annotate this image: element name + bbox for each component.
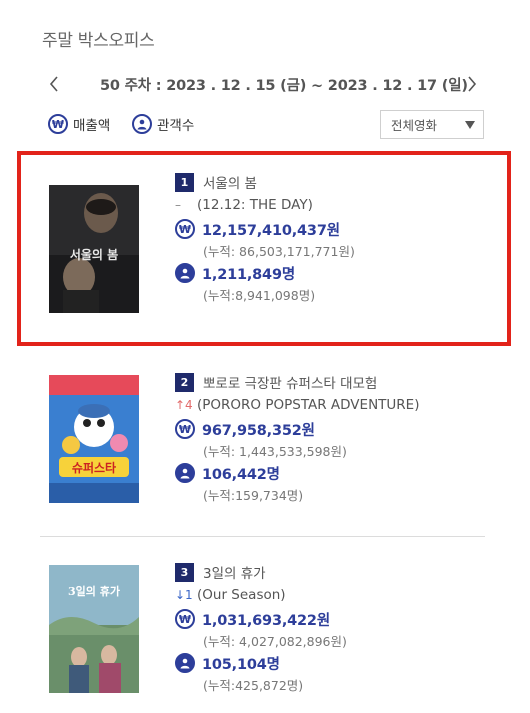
movie-title[interactable]: 서울의 봄 (203, 172, 257, 192)
movie-english-title: (12.12: THE DAY) (197, 197, 313, 213)
rank-badge: 3 (175, 562, 194, 582)
movie-type-select[interactable]: 전체영화 (380, 110, 484, 139)
rank-badge: 2 (175, 372, 194, 392)
movie-poster[interactable]: 3일의 휴가 (49, 565, 139, 693)
page-title: 주말 박스오피스 (42, 31, 155, 51)
person-icon (175, 653, 195, 673)
movie-english-title: (Our Season) (197, 587, 286, 603)
sales-filter-button[interactable]: ₩ 매출액 (48, 114, 110, 134)
won-icon: ₩ (175, 219, 195, 239)
movie-poster[interactable]: 서울의 봄 (49, 185, 139, 313)
won-icon: ₩ (175, 609, 195, 629)
sales-value: 12,157,410,437원 (202, 222, 340, 239)
rank-change: ↓1 (175, 588, 193, 602)
chevron-right-icon (468, 76, 477, 92)
movie-title[interactable]: 뽀로로 극장판 슈퍼스타 대모험 (203, 372, 377, 392)
next-week-button[interactable] (460, 70, 484, 98)
audience-cumulative: (누적:425,872명) (203, 678, 304, 693)
sales-cumulative: (누적: 1,443,533,598원) (203, 444, 347, 459)
prev-week-button[interactable] (42, 70, 66, 98)
sales-value: 967,958,352원 (202, 422, 315, 439)
rank-badge: 1 (175, 172, 194, 192)
filter-bar: ₩ 매출액 관객수 전체영화 (0, 110, 530, 140)
won-icon: ₩ (175, 419, 195, 439)
audience-value: 106,442명 (202, 466, 280, 483)
list-item-rank-2[interactable]: 슈퍼스타 2 뽀로로 극장판 슈퍼스타 대모험 ↑4 (PORORO POPST… (40, 360, 490, 520)
audience-filter-button[interactable]: 관객수 (132, 114, 194, 134)
won-icon: ₩ (48, 114, 68, 134)
sales-cumulative: (누적: 86,503,171,771원) (203, 244, 355, 259)
audience-cumulative: (누적:159,734명) (203, 488, 304, 503)
list-item-rank-3[interactable]: 3일의 휴가 3 3일의 휴가 ↓1 (Our Season) ₩ 1,031,… (40, 550, 490, 710)
week-navigator: 50 주차 : 2023 . 12 . 15 (금) ~ 2023 . 12 .… (0, 70, 530, 98)
audience-value: 105,104명 (202, 656, 280, 673)
divider (40, 536, 485, 537)
rank-change: – (175, 198, 181, 212)
movie-english-title: (PORORO POPSTAR ADVENTURE) (197, 397, 420, 413)
rank-change: ↑4 (175, 398, 193, 412)
audience-cumulative: (누적:8,941,098명) (203, 288, 316, 303)
caret-down-icon (465, 121, 475, 129)
person-icon (132, 114, 152, 134)
list-item-rank-1[interactable]: 서울의 봄 1 서울의 봄 – (12.12: THE DAY) ₩ 12,15… (40, 160, 490, 330)
person-icon (175, 463, 195, 483)
svg-text:3일의 휴가: 3일의 휴가 (68, 584, 120, 598)
movie-poster[interactable]: 슈퍼스타 (49, 375, 139, 503)
person-icon (175, 263, 195, 283)
week-range-label: 50 주차 : 2023 . 12 . 15 (금) ~ 2023 . 12 .… (100, 78, 468, 94)
sales-filter-label: 매출액 (73, 118, 111, 134)
sales-value: 1,031,693,422원 (202, 612, 330, 629)
chevron-left-icon (49, 76, 58, 92)
audience-value: 1,211,849명 (202, 266, 295, 283)
svg-text:슈퍼스타: 슈퍼스타 (72, 460, 116, 475)
svg-text:서울의 봄: 서울의 봄 (70, 247, 118, 262)
audience-filter-label: 관객수 (157, 118, 195, 134)
movie-title[interactable]: 3일의 휴가 (203, 562, 266, 582)
movie-type-select-value: 전체영화 (391, 118, 438, 133)
sales-cumulative: (누적: 4,027,082,896원) (203, 634, 347, 649)
